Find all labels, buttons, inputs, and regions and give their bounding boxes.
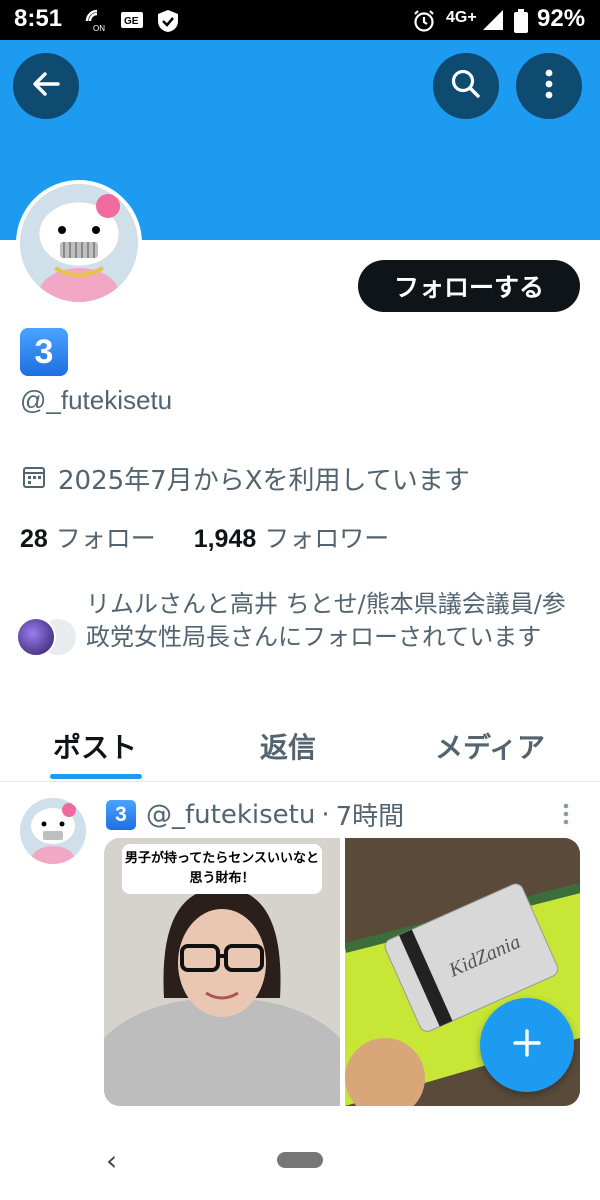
back-button[interactable] (13, 53, 79, 119)
search-button[interactable] (433, 53, 499, 119)
followed-by-text[interactable]: リムルさんと高井 ちとせ/熊本県議会議員/参政党女性局長さんにフォローされていま… (86, 588, 576, 654)
following-count: 28 (20, 525, 48, 553)
nav-back-button[interactable]: ‹ (106, 1144, 117, 1177)
hotspot-on-icon: ON (84, 9, 110, 37)
alarm-icon (412, 9, 436, 37)
nav-home-pill[interactable] (277, 1152, 323, 1168)
post-image-1[interactable]: 男子が持ってたらセンスいいなと思う財布！ (104, 838, 340, 1106)
plus-icon (512, 1028, 542, 1062)
arrow-left-icon (30, 68, 62, 104)
tab-media[interactable]: メディア (435, 726, 545, 766)
tab-replies[interactable]: 返信 (260, 726, 316, 766)
more-options-button[interactable] (516, 53, 582, 119)
network-type: 4G+ (446, 9, 477, 26)
shield-check-icon (156, 9, 180, 37)
joined-date: 2025年7月からXを利用しています (58, 466, 470, 496)
battery-percent: 92% (537, 5, 586, 32)
followers-count: 1,948 (193, 525, 257, 553)
compose-button[interactable] (480, 998, 574, 1092)
post-header: 3 @_futekisetu · 7時間 (106, 796, 404, 833)
display-name-emoji: 3 (20, 328, 68, 376)
follow-button[interactable]: フォローする (358, 260, 580, 312)
more-vertical-icon (544, 68, 554, 104)
system-nav-bar: ‹ (0, 1130, 600, 1200)
profile-avatar[interactable] (16, 180, 142, 306)
post-avatar[interactable] (20, 798, 86, 864)
following-label: フォロー (55, 524, 156, 553)
post-separator: · (321, 799, 330, 830)
status-time: 8:51 (14, 5, 63, 32)
post-time: 7時間 (335, 802, 405, 832)
follow-counts: 28 フォロー 1,948 フォロワー (20, 519, 389, 555)
profile-handle: @_futekisetu (20, 385, 173, 415)
post-name-emoji: 3 (106, 799, 136, 830)
calendar-icon (22, 465, 46, 493)
following-link[interactable]: 28 フォロー (20, 524, 156, 553)
follower-avatar-1 (16, 617, 56, 657)
signal-icon (482, 9, 504, 35)
ge-icon: GE (120, 9, 144, 35)
active-tab-indicator (50, 774, 142, 779)
profile-tabs: ポスト 返信 メディア (0, 712, 600, 782)
search-icon (450, 68, 482, 104)
post-more-button[interactable] (562, 802, 570, 830)
tab-posts[interactable]: ポスト (53, 726, 137, 766)
battery-icon (514, 9, 528, 37)
followers-label: フォロワー (264, 524, 390, 553)
status-bar: 8:51 ON GE 4G+ 92% (0, 0, 600, 40)
followers-link[interactable]: 1,948 フォロワー (194, 524, 390, 553)
more-vertical-icon (562, 803, 570, 830)
post-handle[interactable]: @_futekisetu (146, 800, 315, 830)
svg-text:GE: GE (124, 16, 139, 27)
image-caption: 男子が持ってたらセンスいいなと思う財布！ (122, 844, 322, 894)
svg-text:ON: ON (93, 24, 105, 33)
